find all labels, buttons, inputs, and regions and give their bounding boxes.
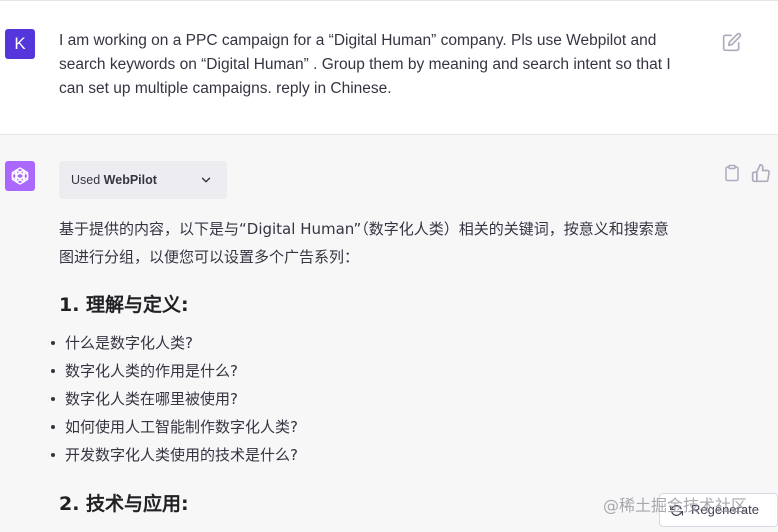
user-avatar: K — [5, 29, 35, 59]
section-heading: 1. 理解与定义: — [59, 294, 189, 316]
clipboard-icon[interactable] — [723, 163, 741, 183]
bullet-dot — [51, 341, 55, 345]
user-message: K I am working on a PPC campaign for a “… — [0, 0, 778, 135]
section-heading: 2. 技术与应用: — [59, 493, 189, 515]
list-item-text: 数字化人类的作用是什么? — [65, 362, 238, 380]
plugin-used-label: Used WebPilot — [71, 171, 157, 189]
user-message-line: can set up multiple campaigns. reply in … — [59, 80, 392, 97]
chevron-down-icon — [201, 177, 211, 183]
plugin-used-prefix: Used — [71, 173, 101, 187]
intro-line: 图进行分组，以便您可以设置多个广告系列： — [59, 248, 360, 266]
list-item: 开发数字化人类使用的技术是什么? — [50, 441, 298, 469]
edit-icon[interactable] — [722, 32, 742, 52]
keyword-list: 什么是数字化人类? 数字化人类的作用是什么? 数字化人类在哪里被使用? 如何使用… — [50, 329, 298, 469]
bullet-dot — [51, 425, 55, 429]
refresh-icon — [670, 505, 683, 516]
bullet-dot — [51, 453, 55, 457]
thumbs-up-icon[interactable] — [751, 163, 771, 183]
list-item-text: 如何使用人工智能制作数字化人类? — [65, 418, 298, 436]
list-item: 数字化人类的作用是什么? — [50, 357, 298, 385]
list-item-text: 开发数字化人类使用的技术是什么? — [65, 446, 298, 464]
list-item-text: 数字化人类在哪里被使用? — [65, 390, 238, 408]
list-item: 如何使用人工智能制作数字化人类? — [50, 413, 298, 441]
list-item: 什么是数字化人类? — [50, 329, 298, 357]
openai-logo-icon — [11, 167, 29, 185]
bullet-dot — [51, 369, 55, 373]
list-item-text: 什么是数字化人类? — [65, 334, 193, 352]
user-message-text: I am working on a PPC campaign for a “Di… — [59, 29, 704, 101]
assistant-message: Used WebPilot 基于提供的内容，以下是与“Digital Human… — [0, 135, 778, 532]
assistant-avatar — [5, 161, 35, 191]
user-message-line: search keywords on “Digital Human” . Gro… — [59, 56, 671, 73]
regenerate-label: Regenerate — [691, 502, 759, 517]
assistant-intro: 基于提供的内容，以下是与“Digital Human”（数字化人类）相关的关键词… — [59, 215, 719, 271]
bullet-dot — [51, 397, 55, 401]
user-message-line: I am working on a PPC campaign for a “Di… — [59, 32, 657, 49]
regenerate-button[interactable]: Regenerate — [659, 493, 778, 527]
plugin-name: WebPilot — [103, 173, 157, 187]
intro-line: 基于提供的内容，以下是与“Digital Human”（数字化人类）相关的关键词… — [59, 220, 669, 238]
plugin-used-toggle[interactable]: Used WebPilot — [59, 161, 227, 199]
list-item: 数字化人类在哪里被使用? — [50, 385, 298, 413]
